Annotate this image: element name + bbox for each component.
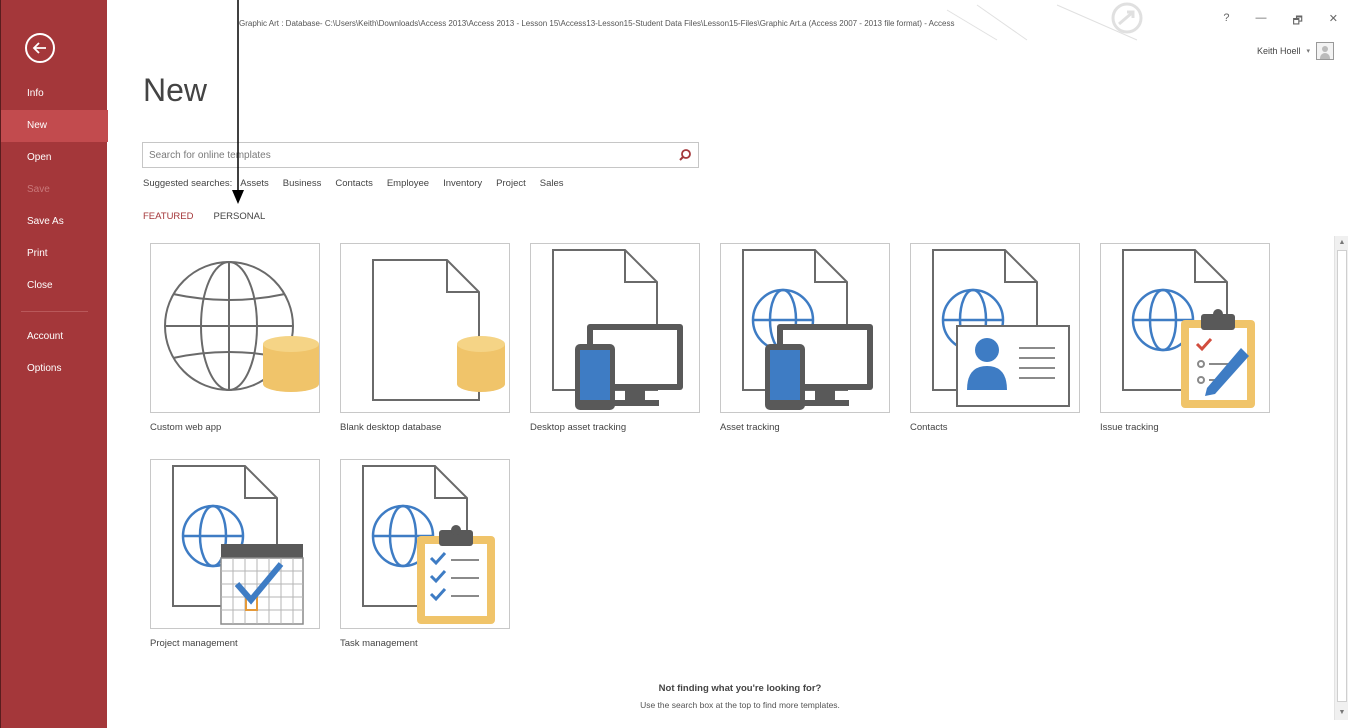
nav-options[interactable]: Options <box>1 353 108 385</box>
clipboard-pencil-icon <box>1122 249 1255 408</box>
calendar-check-icon <box>172 465 304 625</box>
suggested-sales-link[interactable]: Sales <box>540 178 564 189</box>
template-thumbnail <box>340 243 510 413</box>
globe-database-icon <box>164 261 319 392</box>
help-button[interactable]: ? <box>1223 12 1229 31</box>
template-label: Task management <box>340 638 418 649</box>
template-contacts[interactable]: Contacts <box>910 243 1080 433</box>
window-controls: ? — 🗗 ✕ <box>1223 12 1338 31</box>
minimize-button[interactable]: — <box>1255 12 1266 31</box>
tab-featured[interactable]: FEATURED <box>143 211 194 222</box>
template-label: Contacts <box>910 422 948 433</box>
avatar <box>1316 42 1334 60</box>
template-thumbnail <box>150 459 320 629</box>
nav-account[interactable]: Account <box>1 321 108 353</box>
nav-new[interactable]: New <box>1 110 108 142</box>
scroll-down-icon[interactable]: ▼ <box>1337 708 1347 718</box>
template-search-box <box>142 142 699 168</box>
suggested-assets-link[interactable]: Assets <box>240 178 269 189</box>
window-title: Graphic Art : Database- C:\Users\Keith\D… <box>239 19 955 28</box>
footer-subtext: Use the search box at the top to find mo… <box>640 700 840 710</box>
template-issue-tracking[interactable]: Issue tracking <box>1100 243 1270 433</box>
scroll-thumb[interactable] <box>1337 250 1347 702</box>
footer-heading: Not finding what you're looking for? <box>658 683 822 694</box>
no-results-message: Not finding what you're looking for? Use… <box>540 683 940 710</box>
blank-document-database-icon <box>372 259 505 401</box>
nav-save[interactable]: Save <box>1 174 108 206</box>
tab-personal[interactable]: PERSONAL <box>214 211 266 222</box>
suggested-inventory-link[interactable]: Inventory <box>443 178 482 189</box>
template-thumbnail <box>150 243 320 413</box>
template-task-management[interactable]: Task management <box>340 459 510 649</box>
nav-close[interactable]: Close <box>1 270 108 302</box>
user-caret-icon: ▾ <box>1306 48 1310 55</box>
template-project-management[interactable]: Project management <box>150 459 320 649</box>
back-arrow-icon <box>32 42 46 54</box>
template-label: Blank desktop database <box>340 422 442 433</box>
nav-open[interactable]: Open <box>1 142 108 174</box>
template-desktop-asset-tracking[interactable]: Desktop asset tracking <box>530 243 700 433</box>
template-tabs: FEATURED PERSONAL <box>143 211 265 222</box>
vertical-scrollbar[interactable]: ▲ ▼ <box>1334 236 1348 720</box>
suggested-business-link[interactable]: Business <box>283 178 322 189</box>
suggested-project-link[interactable]: Project <box>496 178 526 189</box>
template-thumbnail <box>720 243 890 413</box>
search-icon[interactable] <box>678 148 692 162</box>
suggested-searches-label: Suggested searches: <box>143 178 233 189</box>
template-thumbnail <box>530 243 700 413</box>
suggested-contacts-link[interactable]: Contacts <box>335 178 373 189</box>
desktop-devices-icon <box>552 249 683 410</box>
nav-print[interactable]: Print <box>1 238 108 270</box>
clipboard-checklist-icon <box>362 465 495 624</box>
nav-save-as[interactable]: Save As <box>1 206 108 238</box>
contact-card-icon <box>932 249 1070 407</box>
search-input[interactable] <box>143 143 663 167</box>
template-thumbnail <box>1100 243 1270 413</box>
office-watermark-art <box>946 2 1143 41</box>
suggested-searches: Suggested searches: Assets Business Cont… <box>143 178 578 189</box>
template-thumbnail <box>340 459 510 629</box>
backstage-sidebar: Info New Open Save Save As Print Close A… <box>0 0 108 728</box>
close-window-button[interactable]: ✕ <box>1329 12 1338 31</box>
backstage-nav: Info New Open Save Save As Print Close A… <box>1 78 108 385</box>
template-label: Project management <box>150 638 238 649</box>
suggested-employee-link[interactable]: Employee <box>387 178 429 189</box>
template-label: Desktop asset tracking <box>530 422 627 433</box>
globe-devices-icon <box>742 249 873 410</box>
template-thumbnail <box>910 243 1080 413</box>
template-custom-web-app[interactable]: Custom web app <box>150 243 320 433</box>
back-button[interactable] <box>25 33 55 63</box>
template-blank-desktop-database[interactable]: Blank desktop database <box>340 243 510 433</box>
page-title: New <box>143 72 208 108</box>
template-asset-tracking[interactable]: Asset tracking <box>720 243 890 433</box>
title-bar: Graphic Art : Database- C:\Users\Keith\D… <box>107 0 1352 60</box>
user-name: Keith Hoell <box>1256 46 1301 56</box>
user-account[interactable]: Keith Hoell ▾ <box>1257 42 1334 60</box>
restore-button[interactable]: 🗗 <box>1292 12 1302 31</box>
scroll-up-icon[interactable]: ▲ <box>1337 238 1347 248</box>
nav-info[interactable]: Info <box>1 78 108 110</box>
nav-divider <box>21 311 88 312</box>
template-label: Asset tracking <box>720 422 780 433</box>
template-label: Custom web app <box>150 422 222 433</box>
template-label: Issue tracking <box>1100 422 1159 433</box>
